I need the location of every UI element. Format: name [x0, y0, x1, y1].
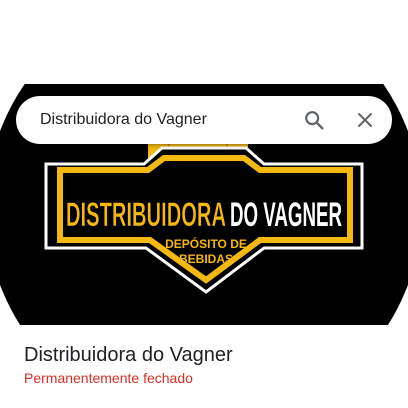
- logo-subtitle-line1: DEPÓSITO DE: [165, 236, 247, 251]
- logo-title-right: DO VAGNER: [230, 196, 342, 234]
- logo-subtitle-line2: BEBIDAS: [179, 252, 233, 266]
- logo-title-left: DISTRIBUIDORA: [66, 196, 226, 234]
- close-icon: [358, 113, 372, 127]
- search-bar: [16, 96, 392, 144]
- clear-search-button[interactable]: [352, 107, 378, 133]
- search-button[interactable]: [301, 107, 327, 133]
- place-name: Distribuidora do Vagner: [24, 344, 233, 366]
- search-input[interactable]: [40, 105, 301, 135]
- search-icon: [305, 111, 324, 130]
- place-status: Permanentemente fechado: [24, 370, 193, 386]
